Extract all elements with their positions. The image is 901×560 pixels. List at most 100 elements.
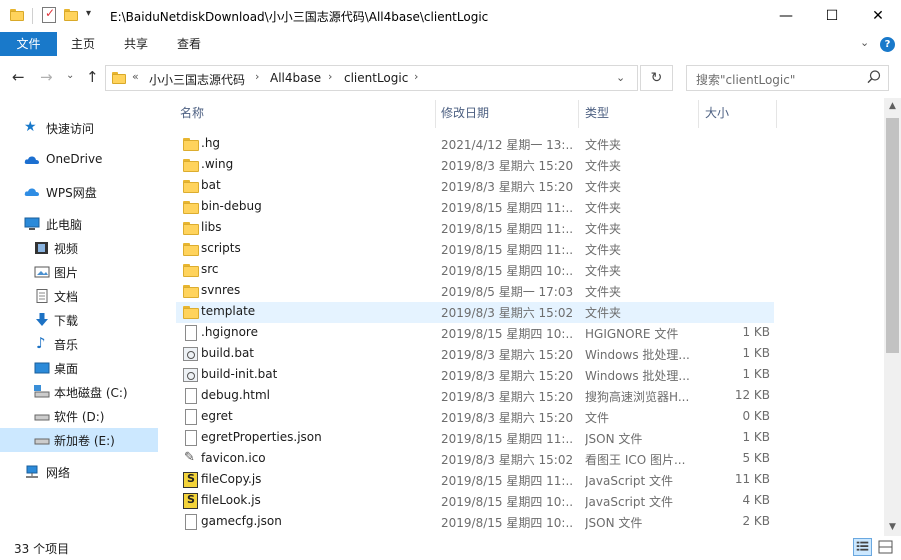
- maximize-button[interactable]: ☐: [809, 0, 855, 32]
- address-bar[interactable]: « 小小三国志源代码 › All4base › clientLogic › ⌄: [105, 65, 638, 91]
- table-row[interactable]: fileCopy.js 2019/8/15 星期四 11:... JavaScr…: [176, 470, 774, 491]
- modified-date: 2019/8/3 星期六 15:02: [441, 306, 573, 320]
- table-row[interactable]: scripts 2019/8/15 星期四 11:... 文件夹: [176, 239, 774, 260]
- file-name: .wing: [201, 157, 234, 171]
- sidebar-item-videos[interactable]: 视频: [0, 236, 158, 260]
- sidebar-item-this-pc[interactable]: 此电脑: [0, 212, 158, 236]
- column-header-name[interactable]: 名称: [180, 104, 204, 121]
- minimize-button[interactable]: —: [763, 0, 809, 32]
- file-type: 文件夹: [585, 138, 622, 152]
- vertical-scrollbar[interactable]: ▲ ▼: [884, 98, 901, 536]
- details-view-icon[interactable]: [853, 538, 872, 556]
- expand-ribbon-chevron-icon[interactable]: ⌄: [860, 36, 869, 49]
- sidebar-item-music[interactable]: ♪ 音乐: [0, 332, 158, 356]
- sidebar-item-desktop[interactable]: 桌面: [0, 356, 158, 380]
- refresh-button[interactable]: ↻: [640, 65, 673, 91]
- close-button[interactable]: ✕: [855, 0, 901, 32]
- column-divider[interactable]: [435, 100, 436, 128]
- table-row[interactable]: fileLook.js 2019/8/15 星期四 10:... JavaScr…: [176, 491, 774, 512]
- file-size: 1 KB: [742, 430, 770, 444]
- status-bar: 33 个项目: [0, 536, 901, 560]
- table-row[interactable]: libs 2019/8/15 星期四 11:... 文件夹: [176, 218, 774, 239]
- overflow-icon[interactable]: «: [132, 70, 139, 83]
- tab-home[interactable]: 主页: [60, 32, 106, 56]
- window-title: E:\BaiduNetdiskDownload\小小三国志源代码\All4bas…: [110, 10, 489, 24]
- chevron-right-icon[interactable]: ›: [414, 70, 418, 83]
- modified-date: 2021/4/12 星期一 13:...: [441, 138, 573, 152]
- search-icon[interactable]: [866, 69, 882, 85]
- customize-toolbar-chevron-icon[interactable]: ▾: [86, 8, 91, 19]
- scroll-down-icon[interactable]: ▼: [884, 519, 901, 536]
- table-row[interactable]: .wing 2019/8/3 星期六 15:20 文件夹: [176, 155, 774, 176]
- column-header-date[interactable]: 修改日期: [441, 104, 489, 121]
- scrollbar-thumb[interactable]: [886, 118, 899, 353]
- table-row[interactable]: ✎ favicon.ico 2019/8/3 星期六 15:02 看图王 ICO…: [176, 449, 774, 470]
- sidebar-item-downloads[interactable]: 下载: [0, 308, 158, 332]
- sidebar-item-label: 视频: [54, 242, 79, 256]
- table-row[interactable]: .hg 2021/4/12 星期一 13:... 文件夹: [176, 134, 774, 155]
- modified-date: 2019/8/3 星期六 15:20: [441, 411, 573, 425]
- file-name: svnres: [201, 283, 241, 297]
- tab-file[interactable]: 文件: [0, 32, 57, 56]
- sidebar-item-drive-d[interactable]: 软件 (D:): [0, 404, 158, 428]
- network-icon: [26, 465, 38, 478]
- table-row[interactable]: build-init.bat 2019/8/3 星期六 15:20 Window…: [176, 365, 774, 386]
- scroll-up-icon[interactable]: ▲: [884, 98, 901, 115]
- file-name: libs: [201, 220, 222, 234]
- drive-icon: [34, 438, 50, 445]
- column-header-size[interactable]: 大小: [705, 104, 729, 121]
- file-type: 文件: [585, 411, 610, 425]
- breadcrumb-item[interactable]: All4base: [270, 71, 321, 85]
- search-box[interactable]: 搜索"clientLogic": [686, 65, 889, 91]
- column-divider[interactable]: [578, 100, 579, 128]
- sidebar-item-label: 桌面: [54, 362, 79, 376]
- breadcrumb-item[interactable]: 小小三国志源代码: [149, 71, 245, 88]
- sidebar-item-pictures[interactable]: 图片: [0, 260, 158, 284]
- table-row[interactable]: bat 2019/8/3 星期六 15:20 文件夹: [176, 176, 774, 197]
- music-icon: ♪: [36, 334, 46, 352]
- recent-locations-chevron-icon[interactable]: ⌄: [66, 70, 74, 81]
- table-row[interactable]: bin-debug 2019/8/15 星期四 11:... 文件夹: [176, 197, 774, 218]
- column-divider[interactable]: [698, 100, 699, 128]
- download-icon: [36, 313, 48, 326]
- table-row[interactable]: template 2019/8/3 星期六 15:02 文件夹: [176, 302, 774, 323]
- file-name: .hg: [201, 136, 221, 150]
- search-placeholder: 搜索"clientLogic": [696, 73, 796, 87]
- new-folder-icon[interactable]: [64, 9, 78, 21]
- table-row[interactable]: egretProperties.json 2019/8/15 星期四 11:..…: [176, 428, 774, 449]
- back-arrow-icon[interactable]: ←: [12, 68, 25, 86]
- table-row[interactable]: src 2019/8/15 星期四 10:... 文件夹: [176, 260, 774, 281]
- sidebar-item-drive-c[interactable]: 本地磁盘 (C:): [0, 380, 158, 404]
- properties-icon[interactable]: ✓: [42, 6, 56, 23]
- table-row[interactable]: debug.html 2019/8/3 星期六 15:20 搜狗高速浏览器H..…: [176, 386, 774, 407]
- file-type: HGIGNORE 文件: [585, 327, 679, 341]
- table-row[interactable]: .hgignore 2019/8/15 星期四 10:... HGIGNORE …: [176, 323, 774, 344]
- forward-arrow-icon[interactable]: →: [40, 68, 53, 86]
- sidebar-item-onedrive[interactable]: OneDrive: [0, 148, 158, 172]
- help-icon[interactable]: ?: [880, 37, 895, 52]
- sidebar-item-wps-cloud[interactable]: WPS网盘: [0, 180, 158, 204]
- column-header-type[interactable]: 类型: [585, 104, 609, 121]
- file-name: .hgignore: [201, 325, 258, 339]
- breadcrumb-item[interactable]: clientLogic: [344, 71, 408, 85]
- chevron-right-icon[interactable]: ›: [255, 70, 259, 83]
- sidebar-item-network[interactable]: 网络: [0, 460, 158, 484]
- modified-date: 2019/8/3 星期六 15:20: [441, 348, 573, 362]
- file-name: egretProperties.json: [201, 430, 322, 444]
- table-row[interactable]: svnres 2019/8/5 星期一 17:03 文件夹: [176, 281, 774, 302]
- column-divider[interactable]: [776, 100, 777, 128]
- sidebar-item-drive-e[interactable]: 新加卷 (E:): [0, 428, 158, 452]
- tab-view[interactable]: 查看: [166, 32, 212, 56]
- table-row[interactable]: gamecfg.json 2019/8/15 星期四 10:... JSON 文…: [176, 512, 774, 533]
- tab-share[interactable]: 共享: [113, 32, 159, 56]
- file-size: 1 KB: [742, 325, 770, 339]
- chevron-right-icon[interactable]: ›: [328, 70, 332, 83]
- table-row[interactable]: build.bat 2019/8/3 星期六 15:20 Windows 批处理…: [176, 344, 774, 365]
- title-bar: ✓ ▾ E:\BaiduNetdiskDownload\小小三国志源代码\All…: [0, 0, 901, 32]
- table-row[interactable]: egret 2019/8/3 星期六 15:20 文件 0 KB: [176, 407, 774, 428]
- sidebar-item-documents[interactable]: 文档: [0, 284, 158, 308]
- sidebar-item-quick-access[interactable]: ★ 快速访问: [0, 116, 158, 140]
- address-dropdown-chevron-icon[interactable]: ⌄: [616, 71, 625, 84]
- large-icons-view-icon[interactable]: [876, 538, 895, 556]
- up-arrow-icon[interactable]: ↑: [86, 68, 99, 86]
